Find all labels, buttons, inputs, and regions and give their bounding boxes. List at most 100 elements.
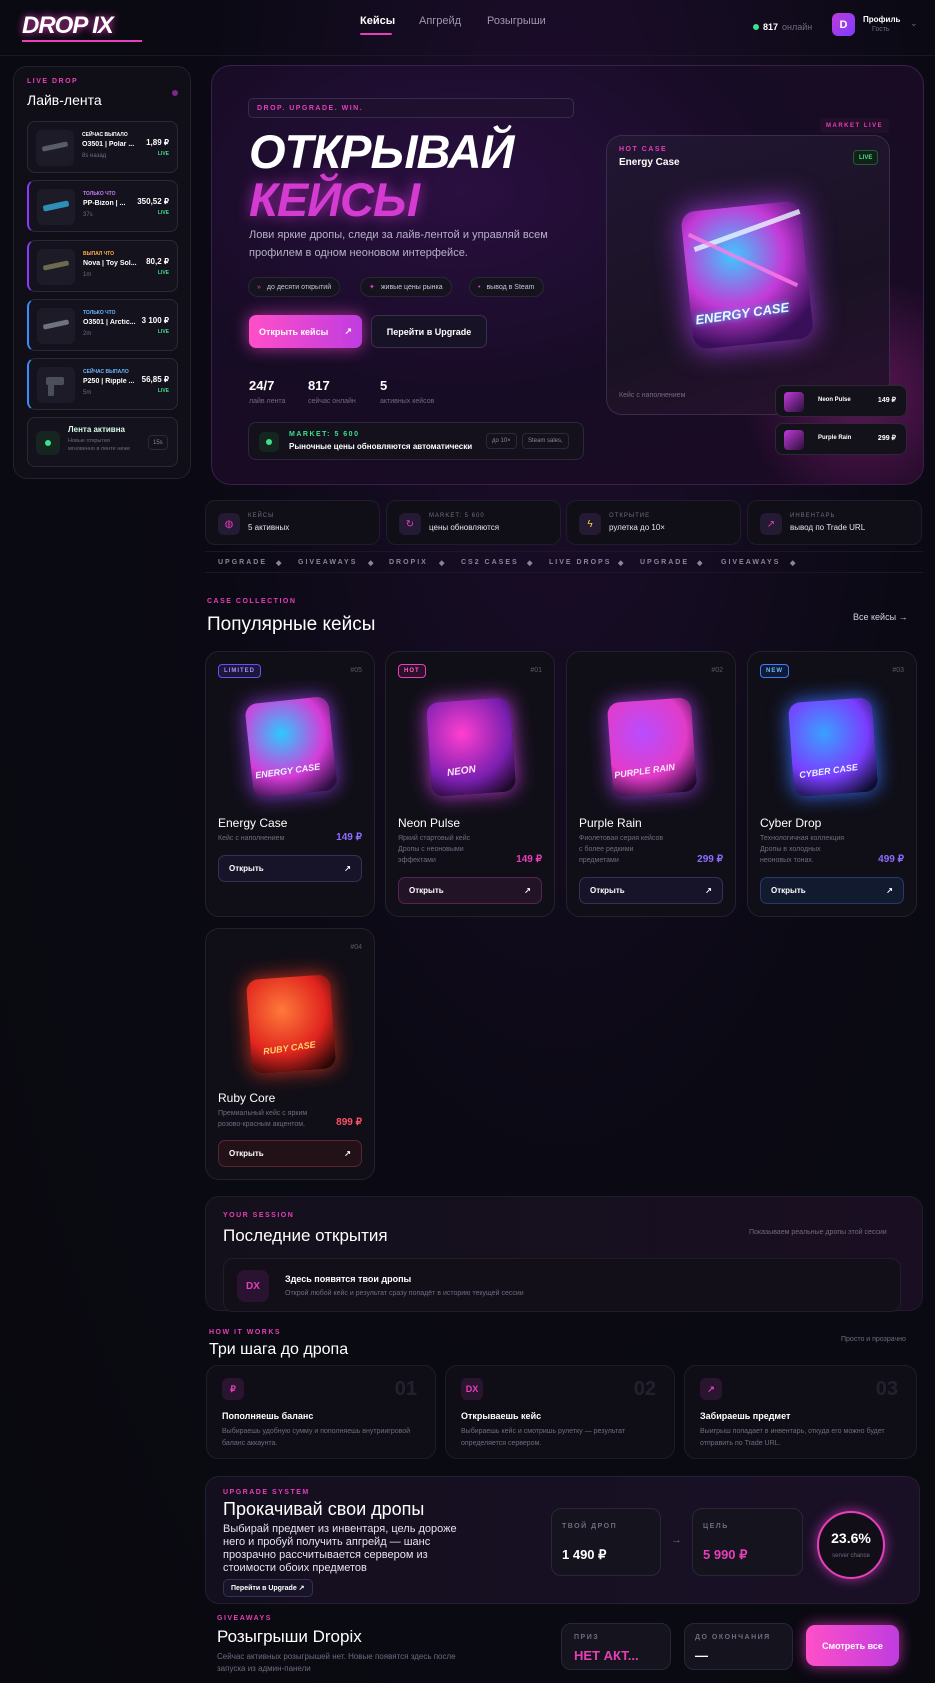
countdown-box: ДО ОКОНЧАНИЯ — xyxy=(684,1623,793,1670)
chance-ring: 23.6% server chance xyxy=(817,1511,885,1579)
sidebar-title: Лайв-лента xyxy=(27,92,102,108)
sidebar-kicker: LIVE DROP xyxy=(27,78,79,85)
case-image: ENERGY CASE xyxy=(241,692,341,802)
marquee-separator: ◆ xyxy=(697,560,705,567)
item-thumbnail xyxy=(37,308,75,344)
header: DROP IX Кейсы Апгрейд Розыгрыши 817 онла… xyxy=(0,0,935,56)
session-empty-state: DX Здесь появятся твои дропы Открой любо… xyxy=(223,1258,901,1312)
case-card-energy[interactable]: LIMITED #05 ENERGY CASE Energy Case Кейс… xyxy=(205,651,375,917)
live-feed-item[interactable]: ВЫПАЛ ЧТО Nova | Toy Sol... 1m 80,2 ₽ LI… xyxy=(27,240,178,292)
arrow-up-right-icon: ↗ xyxy=(700,1378,722,1400)
case-number: #05 xyxy=(350,667,362,674)
target-value: 5 990 ₽ xyxy=(703,1547,748,1562)
upgrade-kicker: UPGRADE SYSTEM xyxy=(223,1489,310,1496)
target-label: ЦЕЛЬ xyxy=(703,1523,729,1530)
live-feed-item[interactable]: СЕЙЧАС ВЫПАЛО Ο3501 | Polar ... 8s назад… xyxy=(27,121,178,173)
active-title: Лента активна xyxy=(68,425,125,434)
view-all-giveaways-button[interactable]: Смотреть все xyxy=(806,1625,899,1666)
logo[interactable]: DROP IX xyxy=(22,12,142,42)
upgrade-desc: Выбирай предмет из инвентаря, цель дорож… xyxy=(223,1523,457,1574)
profile-menu[interactable]: D Профиль Гость ⌄ xyxy=(832,13,924,41)
chip-bulk-open: » до десяти открытий xyxy=(248,277,341,297)
your-drop-value: 1 490 ₽ xyxy=(562,1547,607,1562)
item-tag: СЕЙЧАС ВЫПАЛО xyxy=(83,369,129,375)
arrow-up-right-icon: ↗ xyxy=(344,1149,351,1158)
how-note: Просто и прозрачно xyxy=(841,1336,906,1343)
prize-box: ПРИЗ НЕТ АКТ... xyxy=(561,1623,671,1670)
open-cases-button[interactable]: Открыть кейсы ↗ xyxy=(249,315,362,348)
feature-text: рулетка до 10× xyxy=(609,523,665,532)
your-drop-box[interactable]: ТВОЙ ДРОП 1 490 ₽ xyxy=(551,1508,661,1576)
feature-text: вывод по Trade URL xyxy=(790,523,866,532)
go-upgrade-label: Перейти в Upgrade xyxy=(386,326,472,337)
go-upgrade-link-button[interactable]: Перейти в Upgrade ↗ xyxy=(223,1579,313,1597)
live-feed-item[interactable]: ТОЛЬКО ЧТО Ο3501 | Arctic... 2m 3 100 ₽ … xyxy=(27,299,178,351)
case-price: 499 ₽ xyxy=(878,854,904,865)
item-price: 350,52 ₽ xyxy=(137,197,169,206)
prize-value: НЕТ АКТ... xyxy=(574,1648,639,1663)
target-box[interactable]: ЦЕЛЬ 5 990 ₽ xyxy=(692,1508,803,1576)
case-name: Ruby Core xyxy=(218,1091,276,1105)
marquee-item: GIVEAWAYS xyxy=(721,559,781,566)
case-description: Кейс с наполнением xyxy=(218,835,285,842)
nav-cases[interactable]: Кейсы xyxy=(360,15,395,27)
empty-desc: Открой любой кейс и результат сразу попа… xyxy=(285,1290,524,1297)
open-case-button[interactable]: Открыть ↗ xyxy=(579,877,723,904)
case-price: 149 ₽ xyxy=(336,832,362,843)
hero-description: Лови яркие дропы, следи за лайв-лентой и… xyxy=(249,229,548,259)
market-live-badge: MARKET LIVE xyxy=(820,118,890,133)
arrow-up-right-icon: ↗ xyxy=(344,864,351,873)
refresh-icon: ↻ xyxy=(399,513,421,535)
go-upgrade-button[interactable]: Перейти в Upgrade xyxy=(371,315,487,348)
item-thumbnail xyxy=(37,249,75,285)
case-badge: LIMITED xyxy=(218,664,261,678)
item-thumbnail xyxy=(37,189,75,225)
feature-kicker: MARKET: 5 600 xyxy=(429,513,485,519)
case-card-neon-pulse[interactable]: HOT #01 NEON Neon Pulse Яркий стартовый … xyxy=(385,651,555,917)
item-name: Ο3501 | Arctic... xyxy=(83,319,136,326)
live-badge: LIVE xyxy=(157,388,169,394)
open-case-button[interactable]: Открыть ↗ xyxy=(218,855,362,882)
open-case-button[interactable]: Открыть ↗ xyxy=(218,1140,362,1167)
case-card-cyber-drop[interactable]: NEW #03 CYBER CASE Cyber Drop Технологич… xyxy=(747,651,917,917)
case-description: Технологичная коллекция Дропы в холодных… xyxy=(760,835,845,864)
live-feed-item[interactable]: ТОЛЬКО ЧТО PP-Bizon | ... 37s 350,52 ₽ L… xyxy=(27,180,178,232)
nav-active-underline xyxy=(360,33,392,35)
feature-text: 5 активных xyxy=(248,523,290,532)
hot-case-card[interactable]: HOT CASE Energy Case LIVE ENERGY CASE Ке… xyxy=(606,135,890,415)
arrow-up-right-icon: ↗ xyxy=(344,326,352,336)
case-card-ruby-core[interactable]: #04 RUBY CASE Ruby Core Премиальный кейс… xyxy=(205,928,375,1180)
item-time: 1m xyxy=(83,272,92,278)
ruble-icon: ₽ xyxy=(222,1378,244,1400)
mini-case-purple-rain[interactable]: Purple Rain 299 ₽ xyxy=(775,423,907,455)
nav-giveaways[interactable]: Розыгрыши xyxy=(487,15,546,27)
open-case-button[interactable]: Открыть ↗ xyxy=(760,877,904,904)
case-name: Purple Rain xyxy=(579,816,642,830)
logo-underline xyxy=(22,40,142,42)
step-topup: ₽ 01 Пополняешь баланс Выбираешь удобную… xyxy=(206,1365,436,1459)
open-case-button[interactable]: Открыть ↗ xyxy=(398,877,542,904)
session-kicker: YOUR SESSION xyxy=(223,1212,295,1219)
giveaways-title: Розыгрыши Dropix xyxy=(217,1627,362,1646)
active-desc: Новые открытия мгновенно в ленте ниже xyxy=(68,438,131,452)
case-card-purple-rain[interactable]: #02 PURPLE RAIN Purple Rain Фиолетовая с… xyxy=(566,651,736,917)
collection-kicker: CASE COLLECTION xyxy=(207,598,297,605)
giveaways-kicker: GIVEAWAYS xyxy=(217,1615,272,1622)
market-chip-steam: Steam sales, xyxy=(522,433,569,449)
countdown-value: — xyxy=(695,1648,708,1663)
case-number: #02 xyxy=(711,667,723,674)
hot-case-live-badge: LIVE xyxy=(853,150,879,165)
status-dot xyxy=(172,90,178,96)
arrow-up-right-icon: ↗ xyxy=(524,886,531,895)
feature-kicker: КЕЙСЫ xyxy=(248,513,275,519)
item-price: 56,85 ₽ xyxy=(141,375,169,384)
nav-upgrade[interactable]: Апгрейд xyxy=(419,15,461,27)
item-time: 8s назад xyxy=(82,153,107,159)
stat-value: 817 xyxy=(308,378,330,393)
session-title: Последние открытия xyxy=(223,1226,388,1245)
all-cases-link[interactable]: Все кейсы → xyxy=(853,612,908,622)
live-feed-item[interactable]: СЕЙЧАС ВЫПАЛО P250 | Ripple ... 5m 56,85… xyxy=(27,358,178,410)
how-title: Три шага до дропа xyxy=(209,1341,349,1358)
mini-case-neon-pulse[interactable]: Neon Pulse 149 ₽ xyxy=(775,385,907,417)
hero-title-line2: КЕЙСЫ xyxy=(249,173,420,226)
